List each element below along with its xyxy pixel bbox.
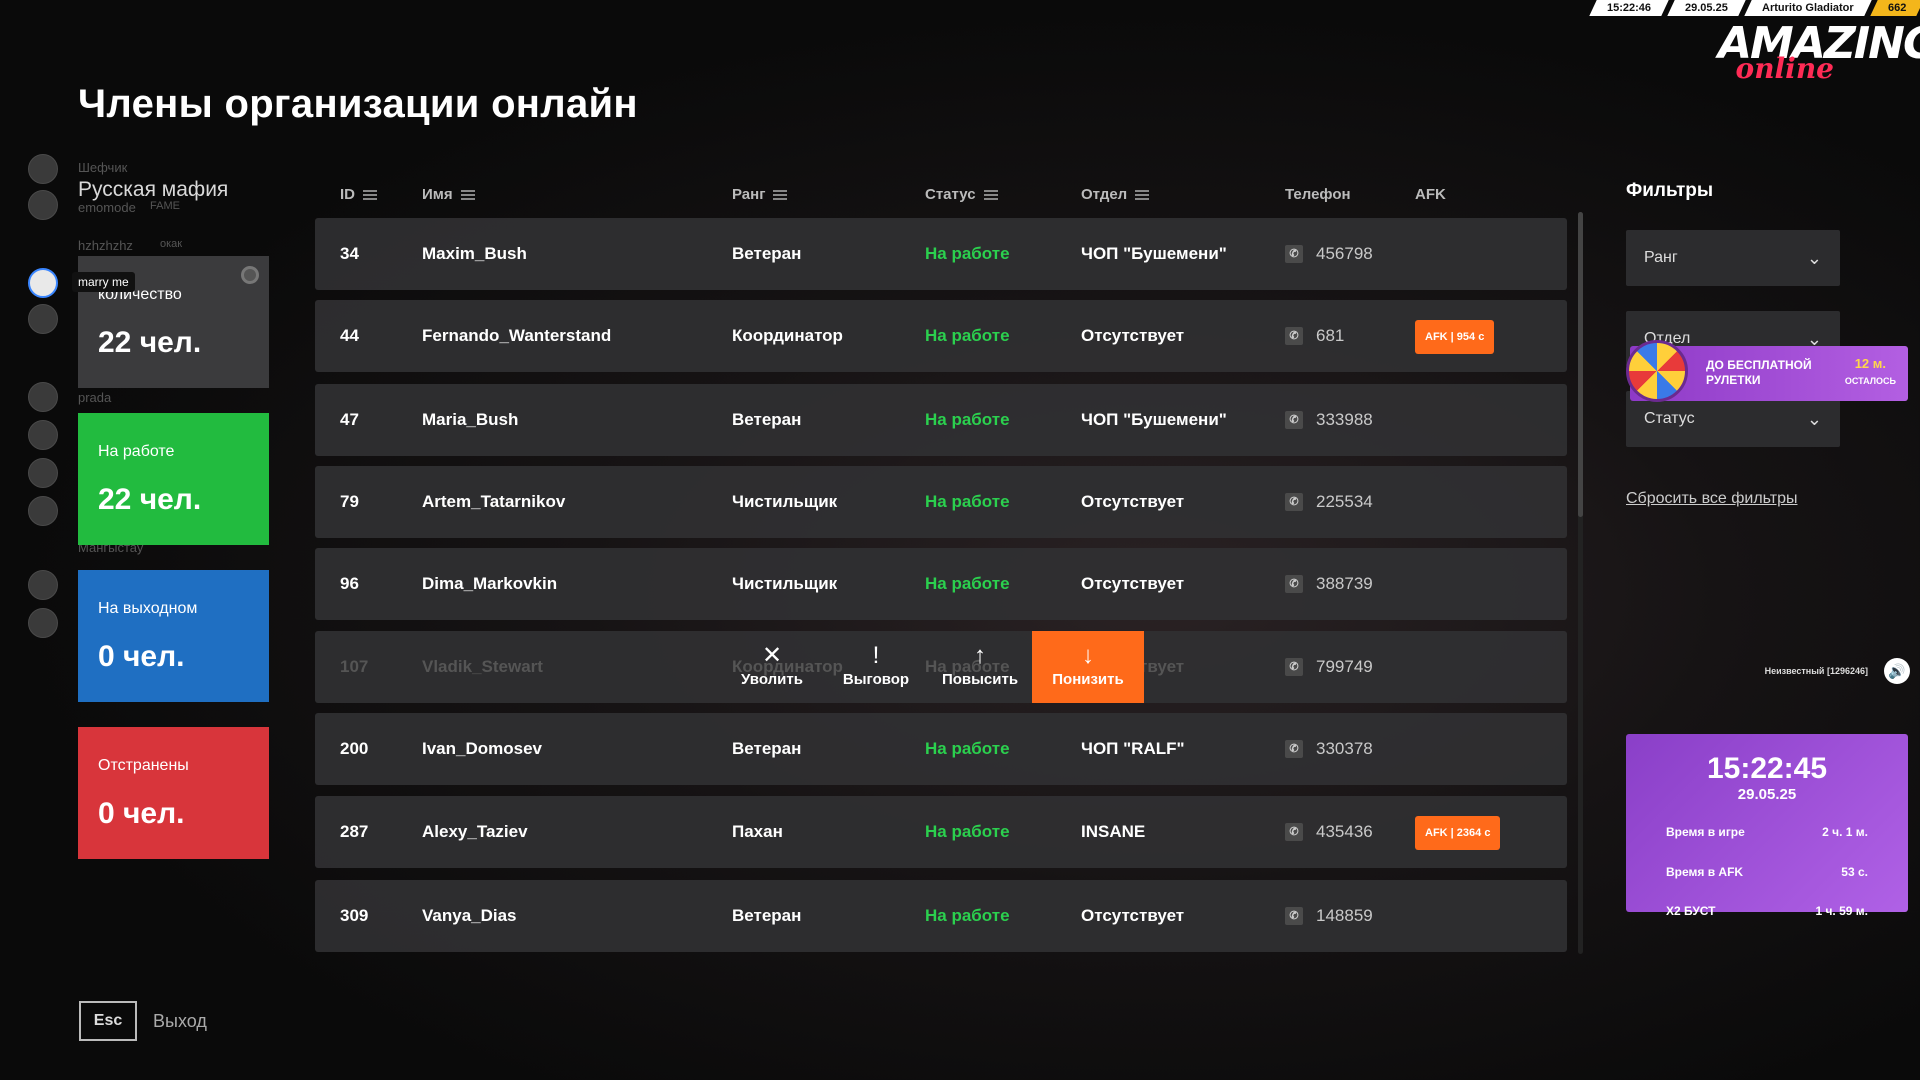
- chevron-down-icon: ⌄: [1806, 248, 1822, 268]
- chat-label: hzhzhzhz: [78, 238, 133, 253]
- phone-icon[interactable]: ✆: [1285, 658, 1303, 676]
- column-dept[interactable]: Отдел: [1081, 186, 1150, 203]
- table-row[interactable]: 79 Artem_Tatarnikov Чистильщик На работе…: [315, 466, 1567, 538]
- column-name[interactable]: Имя: [422, 186, 475, 203]
- afk-badge: AFK | 954 с: [1415, 320, 1495, 354]
- chat-avatar: [28, 190, 58, 220]
- chat-avatar: [28, 608, 58, 638]
- chat-avatar: [28, 154, 58, 184]
- warn-button[interactable]: ! Выговор: [824, 631, 928, 703]
- page-title: Члены организации онлайн: [78, 82, 638, 126]
- amazing-online-logo: AMAZING online: [1718, 18, 1920, 86]
- table-row[interactable]: 44 Fernando_Wanterstand Координатор На р…: [315, 300, 1567, 372]
- timer-row: X2 БУСТ 1 ч. 59 м.: [1666, 904, 1868, 918]
- arrow-down-icon: ↓: [1082, 642, 1094, 669]
- sort-icon[interactable]: [983, 190, 998, 201]
- chat-avatar: [28, 570, 58, 600]
- reset-filters-link[interactable]: Сбросить все фильтры: [1626, 490, 1797, 508]
- phone-icon[interactable]: ✆: [1285, 907, 1303, 925]
- hud-time: 15:22:46: [1589, 0, 1669, 16]
- stat-card-at-work[interactable]: На работе 22 чел.: [78, 413, 269, 545]
- column-phone: Телефон: [1285, 186, 1351, 203]
- sort-icon[interactable]: [460, 190, 475, 201]
- voice-speaker-label: Неизвестный [1296246]: [1764, 666, 1868, 676]
- table-row[interactable]: 287 Alexy_Taziev Пахан На работе INSANE …: [315, 796, 1567, 868]
- chat-label: Шефчик: [78, 160, 128, 175]
- table-row[interactable]: 47 Maria_Bush Ветеран На работе ЧОП "Буш…: [315, 384, 1567, 456]
- row-actions: ✕ Уволить ! Выговор ↑ Повысить ↓ Понизит…: [720, 631, 1144, 703]
- stat-value: 22 чел.: [98, 483, 202, 516]
- fire-button[interactable]: ✕ Уволить: [720, 631, 824, 703]
- phone-icon[interactable]: ✆: [1285, 327, 1303, 345]
- stat-value: 0 чел.: [98, 640, 185, 673]
- sort-icon[interactable]: [1135, 190, 1150, 201]
- phone-icon[interactable]: ✆: [1285, 493, 1303, 511]
- chat-label: окак: [160, 238, 183, 250]
- phone-icon[interactable]: ✆: [1285, 740, 1303, 758]
- timer-row: Время в игре 2 ч. 1 м.: [1666, 825, 1868, 839]
- sort-icon[interactable]: [363, 190, 377, 201]
- stat-card-suspended[interactable]: Отстранены 0 чел.: [78, 727, 269, 859]
- exit-label[interactable]: Выход: [153, 1011, 207, 1032]
- column-status[interactable]: Статус: [925, 186, 998, 203]
- afk-badge: AFK | 2364 с: [1415, 816, 1501, 850]
- table-row[interactable]: 200 Ivan_Domosev Ветеран На работе ЧОП "…: [315, 713, 1567, 785]
- phone-icon[interactable]: ✆: [1285, 411, 1303, 429]
- promote-button[interactable]: ↑ Повысить: [928, 631, 1032, 703]
- table-row[interactable]: 96 Dima_Markovkin Чистильщик На работе О…: [315, 548, 1567, 620]
- hud-date: 29.05.25: [1667, 0, 1746, 16]
- hud-player: Arturito Gladiator: [1744, 0, 1872, 16]
- filters-title: Фильтры: [1626, 180, 1714, 201]
- hud-id: 662: [1869, 0, 1920, 16]
- table-row[interactable]: 309 Vanya_Dias Ветеран На работе Отсутст…: [315, 880, 1567, 952]
- chat-avatar: [28, 420, 58, 450]
- org-name: Русская мафия: [78, 178, 229, 201]
- roulette-wheel-icon: [1626, 340, 1688, 402]
- phone-icon[interactable]: ✆: [1285, 245, 1303, 263]
- phone-icon[interactable]: ✆: [1285, 823, 1303, 841]
- top-hud: 15:22:46 29.05.25 Arturito Gladiator 662: [1587, 0, 1920, 16]
- free-roulette-banner[interactable]: ДО БЕСПЛАТНОЙ РУЛЕТКИ 12 м. ОСТАЛОСЬ: [1626, 340, 1908, 402]
- chat-avatar: [28, 382, 58, 412]
- stat-card-day-off[interactable]: На выходном 0 чел.: [78, 570, 269, 702]
- stat-label: На выходном: [98, 600, 198, 617]
- speaker-icon: 🔊: [1884, 658, 1910, 684]
- demote-button[interactable]: ↓ Понизить: [1032, 631, 1144, 703]
- user-avatar: [28, 268, 58, 298]
- rank-filter-select[interactable]: Ранг ⌄: [1626, 230, 1840, 286]
- exclamation-icon: !: [872, 642, 880, 669]
- scrollbar-thumb[interactable]: [1578, 212, 1583, 517]
- stat-label: На работе: [98, 443, 175, 460]
- chat-label: emomode: [78, 200, 136, 215]
- user-tooltip: marry me: [72, 272, 135, 292]
- chat-avatar: [28, 496, 58, 526]
- stat-label: Отстранены: [98, 757, 189, 774]
- session-timer-panel: 15:22:45 29.05.25 Время в игре 2 ч. 1 м. …: [1626, 734, 1908, 918]
- chat-avatar: [28, 458, 58, 488]
- chat-avatar: [28, 304, 58, 334]
- esc-button[interactable]: Esc: [79, 1001, 137, 1041]
- table-row[interactable]: 34 Maxim_Bush Ветеран На работе ЧОП "Буш…: [315, 218, 1567, 290]
- column-id[interactable]: ID: [340, 186, 377, 203]
- stat-value: 22 чел.: [98, 326, 202, 359]
- arrow-up-icon: ↑: [974, 642, 986, 669]
- stat-value: 0 чел.: [98, 797, 185, 830]
- sort-icon[interactable]: [773, 190, 788, 201]
- timer-time: 15:22:45: [1706, 752, 1828, 785]
- table-scrollbar[interactable]: [1578, 212, 1583, 954]
- timer-row: Время в AFK 53 с.: [1666, 865, 1868, 879]
- close-icon[interactable]: [241, 266, 259, 284]
- column-afk: AFK: [1415, 186, 1446, 203]
- phone-icon[interactable]: ✆: [1285, 575, 1303, 593]
- timer-date: 29.05.25: [1737, 786, 1797, 803]
- chat-label: prada: [78, 390, 112, 405]
- close-icon: ✕: [761, 642, 783, 669]
- column-rank[interactable]: Ранг: [732, 186, 788, 203]
